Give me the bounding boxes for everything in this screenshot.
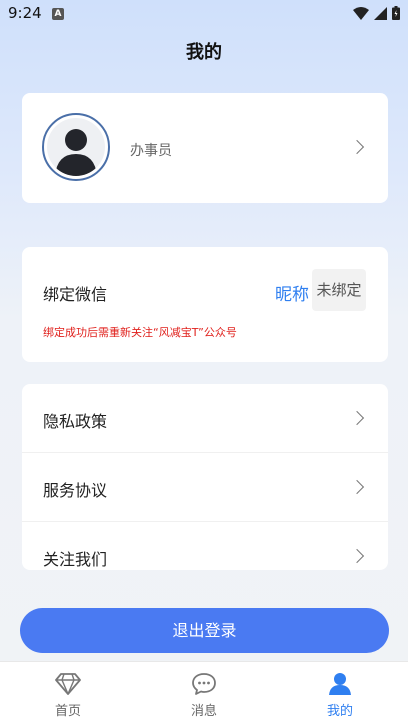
tab-label: 消息 — [190, 704, 217, 719]
avatar-placeholder-icon — [47, 118, 105, 176]
battery-icon — [392, 6, 400, 20]
wechat-bind-status-button[interactable]: 未绑定 — [312, 269, 366, 311]
logout-button[interactable]: 退出登录 — [20, 608, 389, 653]
status-bar: 9:24 A — [0, 0, 408, 28]
bottom-tab-bar: 首页 消息 我的 — [0, 661, 408, 727]
menu-item-label: 关注我们 — [43, 550, 108, 569]
chevron-right-icon — [349, 139, 365, 155]
chevron-right-icon — [349, 548, 365, 564]
notification-icon: A — [52, 8, 64, 20]
menu-item-label: 服务协议 — [43, 481, 108, 500]
tab-label: 我的 — [326, 704, 353, 719]
diamond-icon — [55, 673, 81, 695]
person-icon — [329, 673, 351, 695]
wechat-bind-notice: 绑定成功后需重新关注“风减宝T”公众号 — [43, 326, 237, 339]
wifi-icon — [353, 6, 369, 20]
settings-menu: 隐私政策 服务协议 关注我们 — [22, 384, 388, 570]
wechat-bind-label: 绑定微信 — [43, 285, 108, 304]
tab-label: 首页 — [54, 704, 81, 719]
tab-mine[interactable]: 我的 — [272, 662, 408, 727]
profile-card[interactable]: 办事员 — [22, 93, 388, 203]
chevron-right-icon — [349, 479, 365, 495]
wechat-nickname: 昵称 — [275, 285, 309, 305]
menu-item-privacy-policy[interactable]: 隐私政策 — [22, 384, 388, 453]
status-time: 9:24 — [8, 4, 42, 22]
profile-name: 办事员 — [130, 143, 172, 159]
wechat-bind-card: 绑定微信 昵称 未绑定 绑定成功后需重新关注“风减宝T”公众号 — [22, 247, 388, 362]
chevron-right-icon — [349, 410, 365, 426]
avatar[interactable] — [42, 113, 110, 181]
menu-item-service-agreement[interactable]: 服务协议 — [22, 453, 388, 522]
tab-messages[interactable]: 消息 — [136, 662, 272, 727]
page-title: 我的 — [186, 42, 222, 63]
chat-bubble-icon — [192, 673, 216, 695]
status-icons — [353, 6, 400, 20]
tab-home[interactable]: 首页 — [0, 662, 136, 727]
menu-item-label: 隐私政策 — [43, 412, 108, 431]
menu-item-follow-us[interactable]: 关注我们 — [22, 522, 388, 570]
signal-icon — [374, 6, 387, 20]
